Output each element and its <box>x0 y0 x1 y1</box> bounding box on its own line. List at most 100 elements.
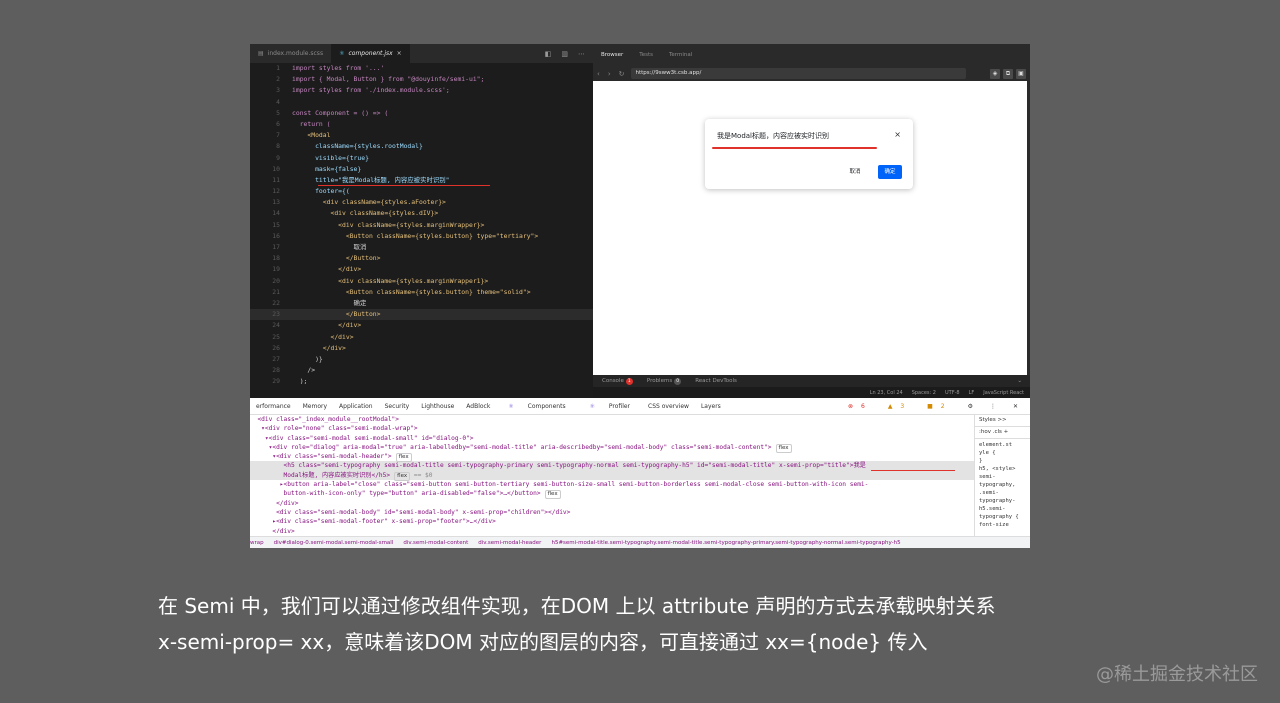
code-line[interactable]: 6 return ( <box>250 119 593 130</box>
dom-node[interactable]: ▸<div class="semi-modal-footer" x-semi-p… <box>250 517 974 526</box>
open-window-icon[interactable]: ⧉ <box>1003 68 1013 79</box>
tab-memory[interactable]: Memory <box>297 403 333 410</box>
dom-node[interactable]: ▸<button aria-label="close" class="semi-… <box>250 480 974 489</box>
breadcrumb-item[interactable]: div.semi-modal-header <box>478 540 541 546</box>
tab-css-overview[interactable]: CSS overview <box>642 403 695 410</box>
dom-node[interactable]: Modal标题, 内容应被实时识别</h5> flex == $0 <box>250 470 974 481</box>
code-line[interactable]: 10 mask={false} <box>250 164 593 175</box>
style-rule-text: yle { <box>979 450 996 456</box>
elements-tree[interactable]: <div class="_index_module__rootModal"> ▾… <box>250 415 974 533</box>
more-icon[interactable]: ⋮ <box>984 403 1002 410</box>
layout-icon[interactable]: ▣ <box>1016 68 1026 79</box>
dom-node[interactable]: ▾<div class="semi-modal semi-modal-small… <box>250 434 974 443</box>
more-icon[interactable]: ⋯ <box>578 50 585 58</box>
dom-node-text: ▸<button aria-label="close" class="semi-… <box>250 481 869 489</box>
code-line[interactable]: 17 取消 <box>250 242 593 253</box>
tab-react-devtools[interactable]: React DevTools <box>695 378 737 384</box>
back-icon[interactable]: ‹ <box>597 70 600 78</box>
close-icon[interactable]: ✕ <box>1007 403 1024 410</box>
dom-node[interactable]: ▾<div role="dialog" aria-modal="true" ar… <box>250 443 974 453</box>
code-line[interactable]: 12 footer={( <box>250 186 593 197</box>
code-line[interactable]: 11 title="我是Modal标题, 内容应被实时识别" <box>250 175 593 187</box>
code-line[interactable]: 5 const Component = () => ( <box>250 108 593 119</box>
code-line[interactable]: 16 <Button className={styles.button} typ… <box>250 231 593 242</box>
breadcrumb-item[interactable]: div#dialog-0.semi-modal.semi-modal-small <box>274 540 394 546</box>
flex-badge[interactable]: flex <box>544 490 561 500</box>
code-line[interactable]: 14 <div className={styles.dIV}> <box>250 208 593 219</box>
tab-components[interactable]: ⚛ Components <box>496 403 577 410</box>
settings-icon[interactable]: ⚙ <box>962 403 979 410</box>
url-input[interactable]: https://9sww3t.csb.app/ <box>630 68 966 79</box>
code-line[interactable]: 9 visible={true} <box>250 153 593 164</box>
code-line[interactable]: 23 </Button> <box>250 309 593 321</box>
confirm-button[interactable]: 确定 <box>878 165 902 179</box>
dom-node[interactable]: ▾<div role="none" class="semi-modal-wrap… <box>250 424 974 433</box>
dom-node[interactable]: <div class="_index_module__rootModal"> <box>250 415 974 424</box>
tab-problems[interactable]: Problems 0 <box>647 377 682 385</box>
tab-application[interactable]: Application <box>333 403 379 410</box>
tab-adblock[interactable]: AdBlock <box>460 403 496 410</box>
code-line[interactable]: 19 </div> <box>250 264 593 275</box>
dom-node-text: </div> <box>250 499 299 507</box>
error-count[interactable]: ⊗ 6 <box>842 403 877 410</box>
tab-profiler[interactable]: ⚛ Profiler <box>578 403 642 410</box>
code-line[interactable]: 3 import styles from './index.module.scss… <box>250 85 593 96</box>
tab-component-jsx[interactable]: ⚛ component.jsx × <box>331 44 410 63</box>
dom-node[interactable]: ▾<div class="semi-modal-header"> flex <box>250 452 974 463</box>
code-line[interactable]: 26 </div> <box>250 343 593 354</box>
code-line[interactable]: 13 <div className={styles.aFooter}> <box>250 197 593 208</box>
code-line[interactable]: 1 import styles from '...' <box>250 63 593 74</box>
close-icon[interactable]: × <box>894 130 901 139</box>
code-line[interactable]: 24 </div> <box>250 320 593 331</box>
code-line[interactable]: 20 <div className={styles.marginWrapper1… <box>250 276 593 287</box>
dom-node[interactable]: <h5 class="semi-typography semi-modal-ti… <box>250 461 974 471</box>
dom-node[interactable]: </div> <box>250 527 974 533</box>
collapse-icon[interactable]: ⌄ <box>1017 378 1030 384</box>
code-line[interactable]: 29 ); <box>250 376 593 384</box>
code-line[interactable]: 15 <div className={styles.marginWrapper}… <box>250 220 593 231</box>
style-rule-text: .semi- <box>979 490 999 496</box>
close-tab-icon[interactable]: × <box>397 50 402 57</box>
code-line[interactable]: 25 </div> <box>250 332 593 343</box>
styles-filter[interactable]: :hov .cls + <box>975 427 1030 439</box>
dom-node[interactable]: <div class="semi-modal-body" id="semi-mo… <box>250 508 974 517</box>
split-editor-icon[interactable]: ▥ <box>561 50 568 58</box>
code-text: <Modal <box>292 131 331 140</box>
tab-terminal[interactable]: Terminal <box>661 52 700 58</box>
code-line[interactable]: 22 确定 <box>250 298 593 309</box>
tab-tests[interactable]: Tests <box>631 52 661 58</box>
tab-layers[interactable]: Layers <box>695 403 727 410</box>
dom-node[interactable]: </div> <box>250 499 974 508</box>
code-area[interactable]: 1 import styles from '...' 2 import { Modal… <box>250 63 593 384</box>
code-line[interactable]: 18 </Button> <box>250 253 593 264</box>
reload-icon[interactable]: ↻ <box>619 70 625 78</box>
code-text: </div> <box>292 321 362 330</box>
preview-icon[interactable]: ◧ <box>545 50 552 58</box>
tab-lighthouse[interactable]: Lighthouse <box>415 403 460 410</box>
code-line[interactable]: 8 className={styles.rootModal} <box>250 141 593 152</box>
breadcrumb-item[interactable]: wrap <box>250 540 264 546</box>
flex-badge[interactable]: flex <box>775 443 792 453</box>
styles-tab[interactable]: Styles >> <box>975 415 1030 427</box>
breadcrumb-item[interactable]: h5#semi-modal-title.semi-typography.semi… <box>551 540 900 546</box>
code-line[interactable]: 28 /> <box>250 365 593 376</box>
code-line[interactable]: 2 import { Modal, Button } from "@douyinf… <box>250 74 593 85</box>
forward-icon[interactable]: › <box>608 70 611 78</box>
dom-node[interactable]: button-with-icon-only" type="button" ari… <box>250 489 974 500</box>
tab-browser[interactable]: Browser <box>593 52 631 58</box>
breadcrumb-item[interactable]: div.semi-modal-content <box>403 540 468 546</box>
issues-count[interactable]: ■ 2 <box>921 403 956 410</box>
tab-index-module-scss[interactable]: ▤ index.module.scss <box>250 44 331 63</box>
cancel-button[interactable]: 取消 <box>843 165 867 179</box>
caption-line-1: 在 Semi 中，我们可以通过修改组件实现，在DOM 上以 attribute … <box>158 594 996 618</box>
code-line[interactable]: 27 )} <box>250 354 593 365</box>
code-line[interactable]: 21 <Button className={styles.button} the… <box>250 287 593 298</box>
tab-console[interactable]: Console 1 <box>602 377 633 385</box>
tab-security[interactable]: Security <box>379 403 416 410</box>
line-number: 6 <box>276 119 280 128</box>
code-line[interactable]: 4 <box>250 97 593 108</box>
tab-performance[interactable]: erformance <box>250 403 297 410</box>
pick-element-icon[interactable]: ◈ <box>990 68 1000 79</box>
warning-count[interactable]: ▲ 3 <box>882 403 916 410</box>
code-line[interactable]: 7 <Modal <box>250 130 593 141</box>
